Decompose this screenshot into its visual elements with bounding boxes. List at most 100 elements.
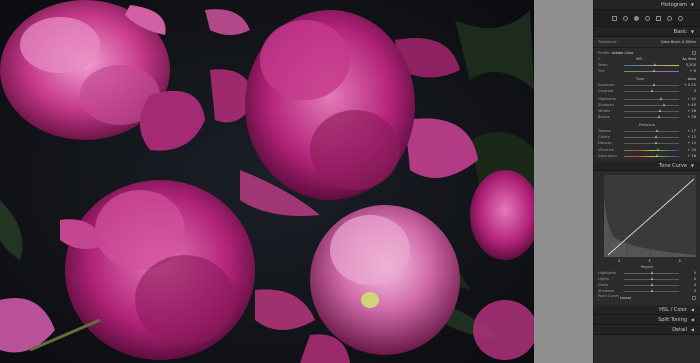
temp-value[interactable]: 5,200 (682, 63, 696, 67)
peony-photo (0, 0, 534, 363)
whites-slider[interactable] (624, 109, 679, 112)
shadows-value[interactable]: + 45 (682, 103, 696, 107)
saturation-label: Saturation (598, 154, 617, 158)
point-curve-edit-icon[interactable] (692, 296, 696, 300)
split-marker-icon[interactable]: ▲ (618, 258, 620, 262)
wb-label: WB : (635, 57, 645, 61)
red-eye-icon[interactable] (644, 15, 650, 21)
point-curve-select[interactable]: Linear (620, 296, 692, 300)
exposure-slider[interactable] (624, 83, 679, 86)
spot-removal-icon[interactable] (633, 15, 639, 21)
vibrance-label: Vibrance (598, 148, 614, 152)
texture-label: Texture (598, 129, 612, 133)
dehaze-label: Dehaze (598, 141, 612, 145)
temp-slider[interactable] (624, 63, 679, 66)
dehaze-value[interactable]: + 14 (682, 141, 696, 145)
dehaze-slider[interactable] (624, 141, 679, 144)
curve-darks-label: Darks (598, 283, 609, 287)
tint-value[interactable]: + 6 (682, 69, 696, 73)
profile-browser-icon[interactable] (692, 51, 696, 55)
whites-value[interactable]: + 28 (682, 109, 696, 113)
curve-darks-value[interactable]: 0 (682, 283, 696, 287)
photo-canvas[interactable] (0, 0, 534, 363)
vibrance-slider[interactable] (624, 148, 679, 151)
tool-strip (594, 10, 700, 27)
exposure-value[interactable]: + 0.20 (682, 83, 696, 87)
highlights-value[interactable]: + 32 (682, 97, 696, 101)
saturation-slider[interactable] (624, 154, 679, 157)
point-curve-label: Point Curve : (598, 294, 619, 302)
point-curve-row: Point Curve : Linear (594, 294, 700, 302)
histogram-title: Histogram (660, 1, 687, 8)
vibrance-value[interactable]: + 20 (682, 148, 696, 152)
tone-label: Tone (635, 77, 645, 81)
contrast-slider[interactable] (624, 89, 679, 92)
adjustment-brush-icon[interactable] (677, 15, 683, 21)
collapse-triangle-icon: ▼ (690, 29, 694, 34)
curve-lights-label: Lights (598, 277, 609, 281)
treatment-color-option[interactable]: Color (652, 40, 670, 44)
hsl-header[interactable]: HSL / Color ◀ (594, 305, 700, 315)
hsl-title: HSL / Color (659, 306, 687, 313)
tone-curve-header[interactable]: Tone Curve ▼ (594, 161, 700, 171)
tint-label: Tint (598, 69, 605, 73)
clarity-label: Clarity (598, 135, 610, 139)
tint-row: Tint + 6 (594, 68, 700, 74)
expand-triangle-icon: ◀ (690, 327, 694, 332)
saturation-value[interactable]: + 16 (682, 154, 696, 158)
histogram-header[interactable]: Histogram ▼ (594, 0, 700, 10)
curve-shadows-value[interactable]: 0 (682, 289, 696, 293)
treatment-label: Treatment : (598, 40, 619, 44)
curve-highlights-label: Highlights (598, 271, 617, 275)
whites-label: Whites (598, 109, 611, 113)
blacks-slider[interactable] (624, 115, 679, 118)
highlights-slider[interactable] (624, 97, 679, 100)
panel-gutter (534, 0, 593, 363)
divider (594, 47, 700, 48)
basic-header[interactable]: Basic ▼ (594, 27, 700, 37)
collapse-triangle-icon: ▼ (690, 2, 694, 7)
expand-triangle-icon: ◀ (690, 307, 694, 312)
texture-slider[interactable] (624, 129, 679, 132)
tint-slider[interactable] (624, 69, 679, 72)
saturation-row: Saturation + 16 (594, 153, 700, 159)
blacks-value[interactable]: + 26 (682, 115, 696, 119)
tone-curve-title: Tone Curve (659, 162, 687, 169)
split-marker-icon[interactable]: ▲ (679, 258, 681, 262)
exposure-label: Exposure (598, 83, 615, 87)
curve-shadows-slider[interactable] (624, 289, 679, 292)
profile-select[interactable]: Adobe Color (612, 51, 692, 55)
dehaze-row: Dehaze + 14 (594, 140, 700, 146)
tone-auto-button[interactable]: Auto (682, 77, 696, 81)
develop-panel: Histogram ▼ Basic ▼ Treatment : Color Bl… (593, 0, 700, 363)
treatment-row: Treatment : Color Black & White (594, 39, 700, 45)
curve-lights-value[interactable]: 0 (682, 277, 696, 281)
graduated-filter-icon[interactable] (655, 15, 661, 21)
radial-filter-icon[interactable] (666, 15, 672, 21)
curve-highlights-value[interactable]: 0 (682, 271, 696, 275)
detail-header[interactable]: Detail ◀ (594, 325, 700, 335)
curve-lights-slider[interactable] (624, 277, 679, 280)
curve-highlights-slider[interactable] (624, 271, 679, 274)
basic-title: Basic (673, 28, 687, 35)
clarity-value[interactable]: + 12 (682, 135, 696, 139)
contrast-value[interactable]: 0 (682, 89, 696, 93)
highlights-label: Highlights (598, 97, 617, 101)
curve-shadows-label: Shadows (598, 289, 615, 293)
texture-value[interactable]: + 17 (682, 129, 696, 133)
shadows-slider[interactable] (624, 103, 679, 106)
split-marker-icon[interactable]: ▲ (648, 258, 650, 262)
region-label: Region (640, 265, 654, 269)
collapse-triangle-icon: ▼ (690, 163, 694, 168)
treatment-bw-option[interactable]: Black & White (670, 40, 696, 44)
blacks-row: Blacks + 26 (594, 114, 700, 120)
crop-tool-icon[interactable] (622, 15, 628, 21)
grid-overlay-icon[interactable] (611, 15, 617, 21)
clarity-slider[interactable] (624, 135, 679, 138)
wb-select[interactable]: As Shot (676, 57, 696, 61)
split-toning-header[interactable]: Split Toning ◀ (594, 315, 700, 325)
tone-curve-graph[interactable] (604, 175, 696, 257)
detail-title: Detail (672, 326, 687, 333)
curve-split-controls: ▲ ▲ ▲ (604, 258, 695, 262)
curve-darks-slider[interactable] (624, 283, 679, 286)
